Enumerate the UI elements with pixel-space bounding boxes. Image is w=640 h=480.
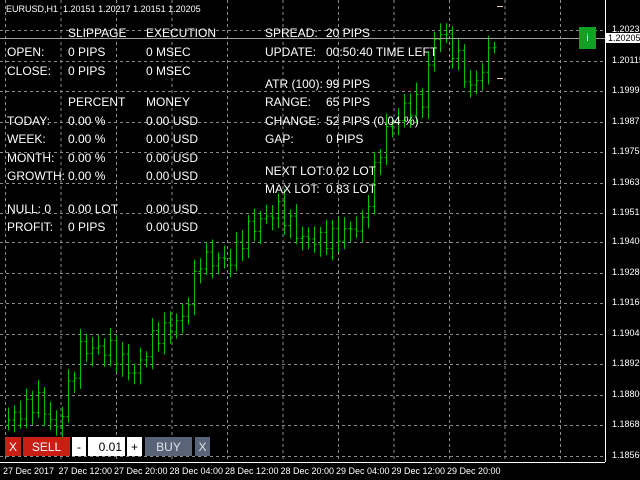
max-lot-value: 0.83 LOT <box>326 182 377 196</box>
open-slippage: 0 PIPS <box>68 45 106 59</box>
close-slippage: 0 PIPS <box>68 64 106 78</box>
update-value: 00:50:40 TIME LEFT <box>326 45 438 59</box>
price-tick-label: 1.19400 <box>612 236 640 247</box>
gap-label: GAP: <box>265 132 294 146</box>
time-tick-label: 27 Dec 2017 <box>3 466 55 476</box>
close-label: CLOSE: <box>7 64 52 78</box>
price-tick-label: 1.19875 <box>612 115 640 126</box>
max-lot-label: MAX LOT: <box>265 182 320 196</box>
time-tick-label: 28 Dec 04:00 <box>169 466 224 476</box>
month-label: MONTH: <box>7 151 55 165</box>
today-label: TODAY: <box>7 114 50 128</box>
week-money: 0.00 USD <box>146 132 199 146</box>
today-money: 0.00 USD <box>146 114 199 128</box>
price-tick-label: 1.19040 <box>612 327 640 338</box>
next-lot-value: 0.02 LOT <box>326 164 377 178</box>
percent-header: PERCENT <box>68 95 126 109</box>
price-tick-label: 1.19280 <box>612 266 640 277</box>
month-money: 0.00 USD <box>146 151 199 165</box>
lot-decrease-button[interactable]: - <box>72 437 86 456</box>
open-label: OPEN: <box>7 45 45 59</box>
growth-label: GROWTH: <box>7 169 65 183</box>
null-money: 0.00 USD <box>146 202 199 216</box>
atr-value: 99 PIPS <box>326 77 371 91</box>
time-tick-label: 29 Dec 12:00 <box>391 466 446 476</box>
growth-money: 0.00 USD <box>146 169 199 183</box>
open-execution: 0 MSEC <box>146 45 191 59</box>
update-label: UPDATE: <box>265 45 317 59</box>
month-percent: 0.00 % <box>68 151 106 165</box>
buy-button[interactable]: BUY <box>145 437 192 456</box>
close-sell-button[interactable]: X <box>5 437 21 456</box>
gap-value: 0 PIPS <box>326 132 364 146</box>
price-tick-label: 1.19755 <box>612 146 640 156</box>
current-price-label: 1.20205 <box>606 33 640 43</box>
today-percent: 0.00 % <box>68 114 106 128</box>
price-tick-label: 1.18680 <box>612 419 640 430</box>
slippage-header: SLIPPAGE <box>68 26 127 40</box>
week-label: WEEK: <box>7 132 46 146</box>
symbol-header: EURUSD,H1 1.20151 1.20217 1.20151 1.2020… <box>6 4 201 14</box>
profit-label: PROFIT: <box>7 220 54 234</box>
lot-size-input[interactable]: 0.01 <box>88 437 125 456</box>
change-label: CHANGE: <box>265 114 320 128</box>
execution-header: EXECUTION <box>146 26 217 40</box>
spread-value: 20 PIPS <box>326 26 371 40</box>
close-execution: 0 MSEC <box>146 64 191 78</box>
time-tick-label: 28 Dec 12:00 <box>225 466 279 476</box>
time-tick-label: 28 Dec 20:00 <box>280 466 335 476</box>
range-label: RANGE: <box>265 95 312 109</box>
time-tick-label: 27 Dec 20:00 <box>114 466 168 476</box>
sell-button[interactable]: SELL <box>23 437 70 456</box>
price-tick-label: 1.19635 <box>612 176 640 187</box>
profit-pips: 0 PIPS <box>68 220 106 234</box>
null-label: NULL: 0 <box>7 202 52 216</box>
time-tick-label: 29 Dec 20:00 <box>447 466 501 476</box>
price-tick-label: 1.18800 <box>612 388 640 399</box>
next-lot-label: NEXT LOT: <box>265 164 326 178</box>
time-tick-label: 29 Dec 04:00 <box>336 466 390 476</box>
price-tick-label: 1.18560 <box>612 449 640 460</box>
growth-percent: 0.00 % <box>68 169 106 183</box>
time-tick-label: 27 Dec 12:00 <box>58 466 113 476</box>
null-lot: 0.00 LOT <box>68 202 119 216</box>
close-buy-button[interactable]: X <box>195 437 210 456</box>
profit-money: 0.00 USD <box>146 220 199 234</box>
price-tick-label: 1.20115 <box>612 54 640 65</box>
price-tick-label: 1.18920 <box>612 358 640 369</box>
week-percent: 0.00 % <box>68 132 106 146</box>
atr-label: ATR (100): <box>265 77 323 91</box>
info-button[interactable]: i <box>579 27 596 49</box>
lot-increase-button[interactable]: + <box>127 437 142 456</box>
price-tick-label: 1.19515 <box>612 207 640 217</box>
money-header: MONEY <box>146 95 191 109</box>
change-value: 52 PIPS (0.04 %) <box>326 114 419 128</box>
range-value: 65 PIPS <box>326 95 371 109</box>
price-tick-label: 1.19160 <box>612 297 640 308</box>
spread-label: SPREAD: <box>265 26 318 40</box>
price-tick-label: 1.19995 <box>612 85 640 95</box>
